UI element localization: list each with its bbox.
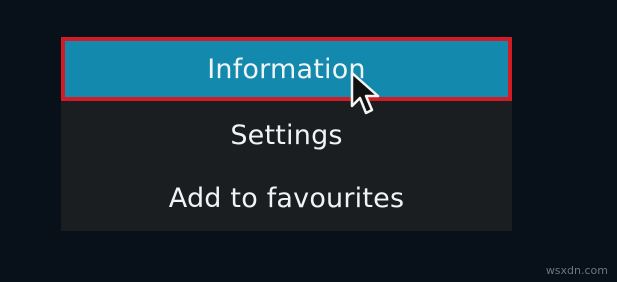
menu-item-information[interactable]: Information xyxy=(61,37,512,101)
context-menu: Information Settings Add to favourites xyxy=(61,37,512,231)
menu-item-label: Settings xyxy=(230,119,343,151)
watermark: wsxdn.com xyxy=(545,264,608,277)
menu-item-settings[interactable]: Settings xyxy=(61,103,512,167)
menu-item-label: Add to favourites xyxy=(168,182,405,214)
menu-item-label: Information xyxy=(207,53,366,85)
mouse-pointer-icon xyxy=(350,71,380,115)
menu-item-add-to-favourites[interactable]: Add to favourites xyxy=(61,166,512,230)
